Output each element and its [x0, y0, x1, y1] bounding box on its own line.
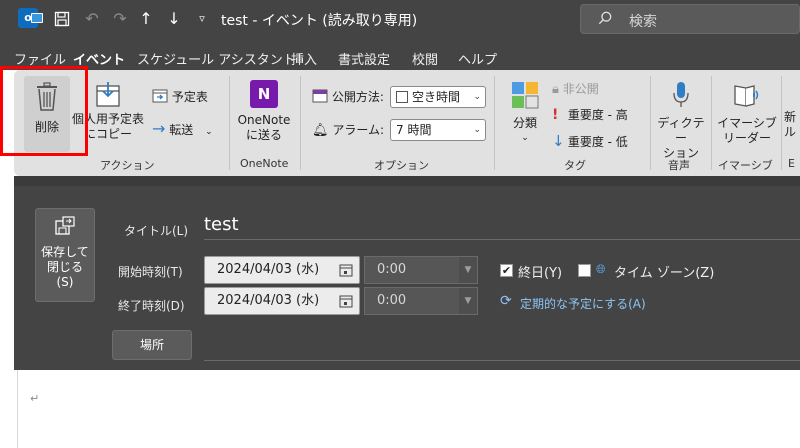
forward-arrow-icon: →	[152, 119, 166, 138]
search-icon	[598, 11, 612, 25]
chevron-down-icon: ⌄	[473, 92, 481, 102]
categorize-button[interactable]: 分類 ⌄	[502, 76, 548, 152]
ribbon-tab-bar: ファイル イベント スケジュール アシスタント 挿入 書式設定 校閲 ヘルプ	[0, 40, 800, 74]
end-time-label: 終了時刻(D)	[118, 299, 185, 313]
ribbon-separator	[229, 76, 230, 170]
make-recurring-link[interactable]: 定期的な予定にする(A)	[520, 295, 646, 312]
private-button[interactable]: 🔒︎ 非公開	[552, 78, 599, 100]
location-underline	[204, 360, 800, 361]
title-label: タイトル(L)	[124, 224, 189, 238]
recurrence-icon: ⟳	[500, 293, 512, 309]
tab-insert[interactable]: 挿入	[291, 49, 317, 68]
alarm-select[interactable]: 7 時間 ⌄	[390, 119, 486, 141]
title-underline	[204, 239, 800, 240]
new-button-partial[interactable]: 新 ル	[784, 110, 800, 150]
dropdown-arrow-icon[interactable]: ▼	[459, 288, 477, 314]
redo-icon[interactable]: ↷	[108, 7, 132, 31]
end-time-picker[interactable]: 0:00 ▼	[364, 287, 478, 315]
all-day-label: 終日(Y)	[518, 266, 563, 281]
ribbon-separator	[711, 76, 712, 170]
paragraph-mark: ↵	[30, 392, 40, 405]
chevron-down-icon: ⌄	[521, 133, 529, 143]
tab-format[interactable]: 書式設定	[338, 49, 390, 68]
customize-quick-access-icon[interactable]: ▿	[190, 7, 214, 31]
group-label-options: オプション	[374, 159, 429, 172]
down-arrow-icon: ↓	[552, 132, 565, 150]
start-time-picker[interactable]: 0:00 ▼	[364, 256, 478, 284]
calendar-icon	[152, 89, 168, 103]
chevron-down-icon[interactable]: ⌄	[205, 127, 213, 137]
event-body-editor[interactable]: ↵	[18, 370, 800, 448]
high-importance-button[interactable]: ! 重要度 - 高	[552, 104, 628, 126]
window-left-edge	[0, 370, 18, 448]
start-date-picker[interactable]: 2024/04/03 (水)	[204, 256, 360, 284]
onenote-icon: N	[250, 80, 278, 108]
search-box[interactable]: 検索	[580, 4, 800, 34]
chevron-down-icon: ⌄	[473, 125, 481, 135]
save-icon[interactable]	[50, 7, 74, 31]
group-label-tags: タグ	[564, 159, 586, 172]
show-as-select[interactable]: 空き時間 ⌄	[390, 86, 486, 108]
end-date-picker[interactable]: 2024/04/03 (水)	[204, 287, 360, 315]
bell-icon: 🔔︎	[312, 123, 329, 138]
categorize-icon	[512, 82, 539, 109]
window-title: test - イベント (読み取り専用)	[221, 13, 418, 29]
lock-icon: 🔒︎	[552, 82, 559, 97]
save-close-icon	[55, 216, 75, 235]
title-input[interactable]: test	[204, 214, 239, 235]
calendar-icon[interactable]	[339, 263, 353, 277]
dropdown-arrow-icon[interactable]: ▼	[459, 257, 477, 283]
ribbon: 削除 個人用予定表 にコピー 予定表 → 転送 ⌄ アクション N OneNot…	[14, 70, 800, 176]
start-time-label: 開始時刻(T)	[118, 265, 183, 279]
calendar-button[interactable]: 予定表	[152, 86, 208, 108]
group-label-onenote: OneNote	[240, 157, 289, 170]
all-day-checkbox[interactable]: ✔	[500, 264, 513, 277]
event-form: 保存して 閉じる (S) タイトル(L) test 開始時刻(T) 2024/0…	[14, 176, 800, 370]
microphone-icon	[673, 82, 689, 107]
immersive-reader-icon	[734, 85, 759, 107]
globe-icon: 🌐︎	[596, 262, 606, 276]
show-as-icon	[312, 89, 328, 103]
calendar-copy-icon	[96, 82, 120, 107]
ribbon-separator	[494, 76, 495, 170]
timezone-checkbox[interactable]	[578, 264, 591, 277]
timezone-label: タイム ゾーン(Z)	[614, 266, 715, 281]
send-to-onenote-button[interactable]: N OneNote に送る	[232, 76, 296, 152]
title-bar: o ↶ ↷ ↑ ↓ ▿ test - イベント (読み取り専用) 検索	[0, 0, 800, 40]
group-label-partial: E	[788, 157, 795, 170]
tab-scheduling-assistant[interactable]: スケジュール アシスタント	[137, 49, 296, 68]
calendar-icon[interactable]	[339, 294, 353, 308]
next-item-arrow-icon[interactable]: ↓	[162, 7, 186, 31]
ribbon-separator	[650, 76, 651, 170]
group-label-immersive: イマーシブ	[718, 159, 773, 172]
group-label-actions: アクション	[100, 159, 155, 172]
ribbon-separator	[781, 76, 782, 170]
alarm-label: 🔔︎ アラーム:	[312, 123, 385, 138]
immersive-reader-button[interactable]: イマーシブ リーダー	[716, 76, 778, 152]
tab-help[interactable]: ヘルプ	[458, 49, 497, 68]
tab-review[interactable]: 校閲	[412, 49, 438, 68]
search-placeholder: 検索	[629, 14, 657, 30]
location-button[interactable]: 場所	[112, 330, 192, 360]
show-as-label: 公開方法:	[312, 86, 384, 108]
ribbon-separator	[300, 76, 301, 170]
previous-item-arrow-icon[interactable]: ↑	[134, 7, 158, 31]
dictate-button[interactable]: ディクテー ション	[654, 76, 708, 160]
save-and-close-button[interactable]: 保存して 閉じる (S)	[35, 208, 95, 302]
free-status-swatch-icon	[396, 91, 408, 103]
exclamation-icon: !	[552, 107, 559, 123]
undo-icon[interactable]: ↶	[80, 7, 104, 31]
outlook-app-icon: o	[18, 8, 43, 28]
form-divider	[14, 176, 800, 186]
forward-button[interactable]: → 転送 ⌄	[152, 118, 213, 140]
low-importance-button[interactable]: ↓ 重要度 - 低	[552, 130, 628, 152]
group-label-voice: 音声	[668, 159, 690, 172]
delete-highlight-box	[0, 66, 88, 156]
